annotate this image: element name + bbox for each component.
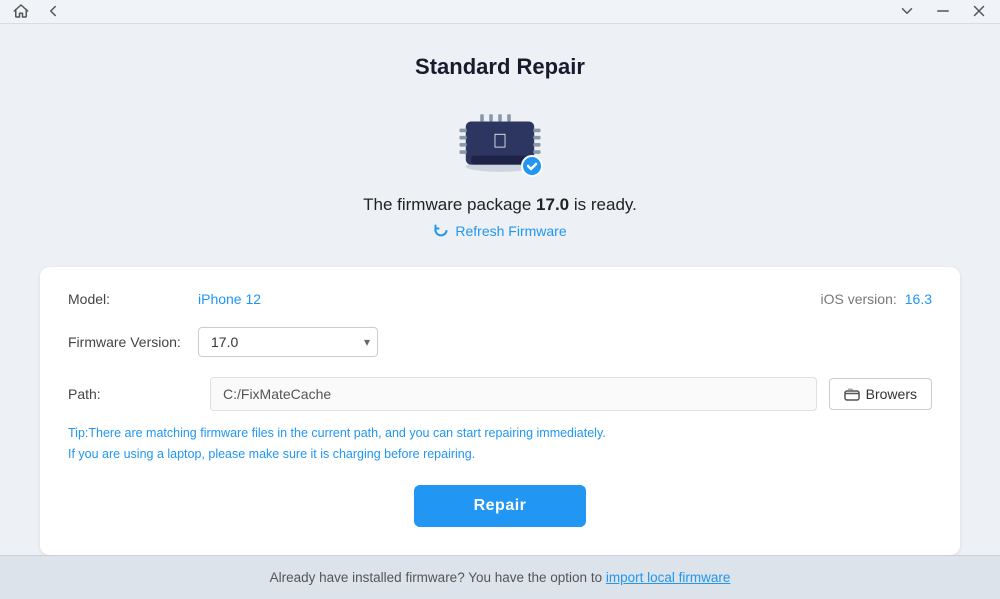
- main-content: Standard Repair : [0, 24, 1000, 556]
- firmware-version-label: Firmware Version:: [68, 334, 198, 350]
- model-row: Model: iPhone 12 iOS version: 16.3: [68, 291, 932, 307]
- repair-card: Model: iPhone 12 iOS version: 16.3 Firmw…: [40, 267, 960, 556]
- path-row: Path: Browers: [68, 377, 932, 411]
- firmware-icon-wrapper: : [455, 104, 545, 179]
- refresh-firmware-label: Refresh Firmware: [455, 223, 566, 239]
- ios-value: 16.3: [905, 291, 932, 307]
- import-firmware-link[interactable]: import local firmware: [606, 570, 731, 585]
- browse-button[interactable]: Browers: [829, 378, 932, 410]
- firmware-version-select[interactable]: 17.0 16.3 16.2 16.1: [198, 327, 378, 357]
- title-bar: [0, 0, 1000, 24]
- browse-label: Browers: [866, 386, 917, 402]
- home-button[interactable]: [12, 2, 30, 20]
- footer: Already have installed firmware? You hav…: [0, 555, 1000, 599]
- firmware-ready-text: The firmware package 17.0 is ready.: [363, 195, 637, 215]
- footer-text: Already have installed firmware? You hav…: [270, 570, 602, 585]
- title-bar-left: [12, 2, 62, 20]
- tip-line1: Tip:There are matching firmware files in…: [68, 423, 932, 444]
- page-title: Standard Repair: [415, 54, 585, 80]
- chevron-down-icon[interactable]: [898, 2, 916, 20]
- ios-version-field: iOS version: 16.3: [821, 291, 933, 307]
- repair-button[interactable]: Repair: [414, 485, 587, 527]
- minimize-button[interactable]: [934, 2, 952, 20]
- tip-text: Tip:There are matching firmware files in…: [68, 423, 932, 466]
- ios-label: iOS version:: [821, 291, 897, 307]
- check-badge: [521, 155, 543, 177]
- firmware-version-row: Firmware Version: 17.0 16.3 16.2 16.1 ▾: [68, 327, 932, 357]
- model-field: Model: iPhone 12: [68, 291, 261, 307]
- tip-line2: If you are using a laptop, please make s…: [68, 444, 932, 465]
- svg-text:: : [493, 130, 508, 152]
- path-input[interactable]: [210, 377, 817, 411]
- firmware-version-select-wrapper: 17.0 16.3 16.2 16.1 ▾: [198, 327, 378, 357]
- close-button[interactable]: [970, 2, 988, 20]
- refresh-firmware-link[interactable]: Refresh Firmware: [433, 223, 566, 239]
- back-button[interactable]: [44, 2, 62, 20]
- model-value: iPhone 12: [198, 291, 261, 307]
- title-bar-right: [898, 2, 988, 20]
- path-label: Path:: [68, 386, 198, 402]
- model-label: Model:: [68, 291, 198, 307]
